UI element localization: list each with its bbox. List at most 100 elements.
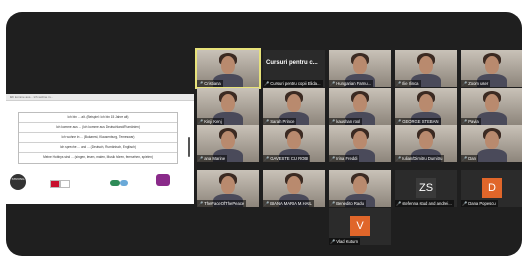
participant-name: 🎤ana Marine (197, 155, 228, 162)
participant-name: 🎤TheFaceOfThePeace (197, 200, 247, 207)
participant-tile[interactable]: 🎤Pavia (461, 88, 522, 125)
participant-name: 🎤Dan (461, 155, 478, 162)
meeting-title: Cursuri pentru c... (266, 60, 318, 66)
avatar: ZS (416, 178, 436, 198)
mic-muted-icon: 🎤 (264, 119, 270, 124)
participant-tile[interactable]: 🎤BIANA MARIA M.HAIL (263, 170, 325, 207)
video-feed-person (477, 149, 507, 162)
video-feed-person (419, 56, 433, 74)
partner-logo (120, 180, 128, 186)
participant-name-text: Hungarian Farnu... (336, 81, 372, 86)
participant-name: 🎤Vlad Kuturn (329, 238, 361, 245)
participant-tile[interactable]: 🎤GAVESTE CU ROBI (263, 125, 325, 162)
video-feed-person (287, 176, 301, 194)
zoom-meeting-window: Ich komme aus... Ich wohne in... × Ich b… (6, 12, 522, 256)
participant-tile[interactable]: 🎤kaushan rool (329, 88, 391, 125)
phrase-row: Meine Hobbys sind ... (singen, lesen, ma… (43, 155, 153, 159)
participant-name: 🎤Kinji Kenj (197, 118, 224, 125)
avatar: V (350, 216, 370, 236)
mic-muted-icon: 🎤 (462, 81, 468, 86)
participant-name-text: Iulian/Dimitru Dumitru (402, 156, 443, 161)
participant-tile[interactable]: 🎤Zoom user (461, 50, 522, 87)
phrase-row: Ich bin ... alt. (Beispiel: Ich bin 15 J… (19, 113, 177, 123)
participant-name-text: Benedito Radu (336, 201, 364, 206)
participant-tile[interactable]: 🎤Hungarian Farnu... (329, 50, 391, 87)
mic-muted-icon: 🎤 (198, 119, 204, 124)
participant-name-text: Sarah Prince (270, 119, 295, 124)
participant-tile[interactable]: 🎤Dan (461, 125, 522, 162)
flag-icon (50, 180, 60, 188)
video-feed-person (221, 56, 235, 74)
participant-tile[interactable]: 🎤Ilie Ilinca (395, 50, 457, 87)
avatar: D (482, 178, 502, 198)
mic-muted-icon: 🎤 (396, 81, 402, 86)
mic-muted-icon: 🎤 (198, 201, 204, 206)
participant-name: 🎤GAVESTE CU ROBI (263, 155, 311, 162)
participant-tile[interactable]: 🎤Benedito Radu (329, 170, 391, 207)
participant-name: 🎤Pavia (461, 118, 481, 125)
participant-tile[interactable]: 🎤ana Marine (197, 125, 259, 162)
participant-name-text: Cristiana (204, 81, 221, 86)
mic-muted-icon: 🎤 (264, 201, 270, 206)
participant-name-text: GAVESTE CU ROBI (270, 156, 309, 161)
participant-name: 🎤Sarah Prince (263, 118, 297, 125)
video-feed-person (353, 56, 367, 74)
splitter-handle[interactable] (188, 137, 190, 157)
shared-screen: Ich komme aus... Ich wohne in... × Ich b… (6, 94, 194, 204)
mic-muted-icon: 🎤 (396, 119, 402, 124)
mic-muted-icon: 🎤 (462, 156, 468, 161)
mic-muted-icon: 🎤 (264, 81, 270, 86)
video-feed-person (287, 131, 301, 149)
participant-tile[interactable]: V 🎤Vlad Kuturn (329, 208, 391, 245)
close-icon[interactable]: × (10, 94, 191, 100)
mic-muted-icon: 🎤 (462, 201, 468, 206)
participant-name: 🎤Ilie Ilinca (395, 80, 421, 87)
participant-tile[interactable]: ZS 🎤stefenna stud and andrei... (395, 170, 457, 207)
video-feed-person (221, 94, 235, 112)
participant-name-text: TheFaceOfThePeace (204, 201, 245, 206)
video-feed-person (221, 176, 235, 194)
participant-name-text: Zoom user (468, 81, 489, 86)
video-feed-person (419, 131, 433, 149)
participant-name-text: kaushan rool (336, 119, 361, 124)
participant-name: 🎤Iulian/Dimitru Dumitru (395, 155, 445, 162)
participant-name-text: Vlad Kuturn (336, 239, 359, 244)
participant-name: 🎤kaushan rool (329, 118, 363, 125)
participant-name-text: stefenna stud and andrei... (402, 201, 452, 206)
participant-name-text: Dana Popescu (468, 201, 496, 206)
participant-tile[interactable]: 🎤Irina Freddi (329, 125, 391, 162)
active-speaker-tile[interactable]: 🎤Cristiana (195, 48, 261, 89)
participant-name: 🎤stefenna stud and andrei... (395, 200, 454, 207)
participant-name: 🎤Hungarian Farnu... (329, 80, 374, 87)
flag-icon (60, 180, 70, 188)
participant-name: 🎤Benedito Radu (329, 200, 366, 207)
participant-name: 🎤Dana Popescu (461, 200, 498, 207)
video-feed-person (477, 112, 507, 125)
video-feed-person (485, 131, 499, 149)
participant-name-text: GEORGE STEBAN (402, 119, 439, 124)
participant-tile[interactable]: D 🎤Dana Popescu (461, 170, 522, 207)
participant-name: 🎤BIANA MARIA M.HAIL (263, 200, 314, 207)
strong-logo: STRONG (10, 174, 26, 190)
mic-muted-icon: 🎤 (396, 156, 402, 161)
participant-name-text: Pavia (468, 119, 479, 124)
participant-name-text: Irina Freddi (336, 156, 358, 161)
participant-tile[interactable]: 🎤Sarah Prince (263, 88, 325, 125)
participant-tile[interactable]: 🎤Iulian/Dimitru Dumitru (395, 125, 457, 162)
phrase-row: Ich wohne in ... (Bukarest, Klausenburg,… (19, 133, 177, 143)
video-feed-person (353, 131, 367, 149)
shared-screen-title-bar: Ich komme aus... Ich wohne in... × (6, 94, 194, 101)
participant-name-text: ana Marine (204, 156, 226, 161)
organization-logo (156, 174, 170, 186)
mic-muted-icon: 🎤 (396, 201, 402, 206)
participant-tile[interactable]: 🎤TheFaceOfThePeace (197, 170, 259, 207)
mic-muted-icon: 🎤 (462, 119, 468, 124)
participant-tile[interactable]: 🎤Kinji Kenj (197, 88, 259, 125)
participant-tile[interactable]: 🎤GEORGE STEBAN (395, 88, 457, 125)
mic-muted-icon: 🎤 (330, 239, 336, 244)
participant-name-text: BIANA MARIA M.HAIL (270, 201, 312, 206)
phrase-table: Ich bin ... alt. (Beispiel: Ich bin 15 J… (18, 112, 178, 164)
video-feed-person (221, 131, 235, 149)
participant-tile-title[interactable]: Cursuri pentru c... 🎤Cursuri pentru copii… (263, 50, 325, 87)
participant-name-text: Dan (468, 156, 476, 161)
